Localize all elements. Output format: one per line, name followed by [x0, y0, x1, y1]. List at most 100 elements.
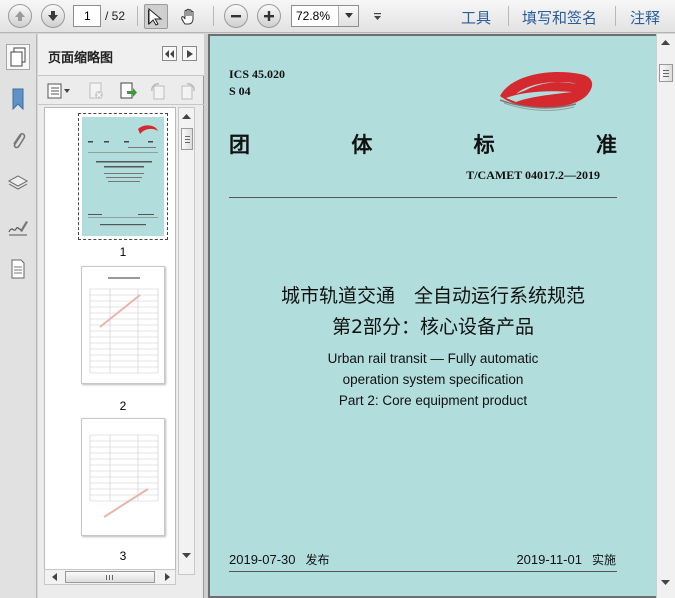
toolbar-divider: [508, 6, 509, 26]
navigation-rail: [0, 34, 37, 598]
page-thumbnails-button[interactable]: [6, 44, 30, 70]
document-vertical-scrollbar[interactable]: [656, 34, 675, 598]
thumbnail-vertical-scrollbar[interactable]: [178, 107, 195, 575]
bookmark-icon: [12, 88, 24, 110]
thumbnail-list: 1 2 3: [44, 107, 176, 575]
scrollbar-thumb[interactable]: [659, 64, 673, 82]
next-page-button[interactable]: [41, 4, 65, 28]
title-chinese-line-1: 城市轨道交通 全自动运行系统规范: [280, 285, 585, 307]
thumbnail-page-preview: [89, 277, 159, 374]
thumbnail-toolbar: [38, 77, 204, 105]
chevron-down-icon: [344, 13, 353, 18]
publish-label: 发布: [305, 553, 330, 567]
thumbnail-page-preview: [89, 434, 159, 518]
collapse-panel-button[interactable]: [162, 46, 177, 61]
zoom-level-select[interactable]: 72.8%: [291, 5, 359, 27]
scroll-left-arrow-icon[interactable]: [49, 570, 61, 584]
options-menu-icon: [47, 83, 70, 99]
delete-pages-button[interactable]: [86, 81, 106, 101]
zoom-in-button[interactable]: [257, 4, 281, 28]
page-thumbnail-icon: [10, 47, 26, 67]
content-button[interactable]: [6, 256, 30, 282]
signatures-button[interactable]: [6, 214, 30, 240]
association-logo: [499, 72, 593, 111]
rotate-page-icon: [181, 83, 195, 100]
ics-code-block: ICS 45.020 S 04: [229, 66, 285, 100]
page-total-label: / 52: [105, 9, 126, 23]
zoom-in-icon: [264, 11, 274, 21]
insert-page-icon: [120, 82, 137, 99]
thumbnail-page-3[interactable]: [81, 418, 165, 536]
page-icon: [11, 259, 25, 279]
ics-code: ICS 45.020: [229, 67, 286, 81]
toolbar-divider: [213, 6, 214, 26]
standard-number: T/CAMET 04017.2—2019: [466, 168, 600, 182]
thumbnail-label: 1: [119, 245, 127, 259]
more-tools-button[interactable]: [370, 4, 384, 29]
thumbnail-label: 3: [119, 549, 127, 563]
effective-date: 2019-11-01: [516, 552, 582, 567]
publish-date-block: 2019-07-30 发布: [229, 551, 330, 568]
zoom-dropdown-button[interactable]: [338, 6, 358, 26]
thumbnail-panel: 页面缩略图 1 2 3: [38, 34, 204, 598]
arrow-up-icon: [15, 11, 25, 21]
toolbar: 1 / 52 72.8% 工具 填写和签名 注释: [0, 0, 675, 33]
rotate-right-button[interactable]: [178, 81, 198, 101]
rotate-page-icon: [151, 83, 165, 100]
thumbnail-page-image: [82, 117, 164, 236]
footer-divider: [229, 571, 617, 572]
title-english-line-2: operation system specification: [342, 372, 524, 387]
toolbar-divider: [615, 6, 616, 26]
paperclip-icon: [13, 132, 26, 149]
scrollbar-thumb[interactable]: [181, 128, 193, 150]
publish-date: 2019-07-30: [229, 552, 296, 567]
insert-pages-button[interactable]: [118, 81, 138, 101]
bookmarks-button[interactable]: [6, 86, 30, 112]
delete-page-icon: [89, 82, 103, 99]
toolbar-divider: [137, 6, 138, 26]
comment-menu[interactable]: 注释: [630, 7, 660, 28]
thumbnail-label: 2: [119, 399, 127, 413]
select-tool-button[interactable]: [144, 4, 168, 29]
thumbnail-panel-header: 页面缩略图: [38, 34, 204, 76]
hand-tool-button[interactable]: [176, 4, 202, 29]
title-char: 体: [351, 132, 373, 157]
thumbnail-page-1[interactable]: [78, 113, 168, 240]
header-divider: [229, 197, 617, 198]
thumbnail-horizontal-scrollbar[interactable]: [44, 569, 176, 585]
scroll-down-arrow-icon[interactable]: [657, 576, 674, 588]
standard-type-title: 团 体 标 准: [229, 129, 617, 159]
expand-panel-button[interactable]: [182, 46, 197, 61]
zoom-out-button[interactable]: [224, 4, 248, 28]
thumbnail-panel-title: 页面缩略图: [48, 51, 114, 66]
page-number-input[interactable]: 1: [73, 5, 101, 27]
effective-date-block: 2019-11-01 实施: [516, 551, 616, 568]
scroll-down-arrow-icon[interactable]: [179, 549, 194, 561]
thumbnail-options-button[interactable]: [46, 81, 72, 101]
layers-icon: [7, 175, 29, 190]
attachments-button[interactable]: [6, 128, 30, 154]
arrow-down-icon: [48, 11, 58, 21]
title-char: 准: [595, 132, 617, 157]
overflow-menu-icon: [373, 12, 381, 20]
scroll-up-arrow-icon[interactable]: [179, 111, 194, 123]
previous-page-button[interactable]: [8, 4, 32, 28]
title-char: 团: [229, 132, 250, 157]
tools-menu[interactable]: 工具: [461, 7, 491, 28]
title-chinese-line-2: 第2部分：核心设备产品: [331, 316, 535, 338]
scroll-right-arrow-icon[interactable]: [161, 570, 173, 584]
effective-label: 实施: [591, 553, 616, 567]
scroll-up-arrow-icon[interactable]: [657, 37, 674, 49]
fill-and-sign-menu[interactable]: 填写和签名: [522, 7, 597, 28]
document-page: ICS 45.020 S 04 团 体 标 准 T/CAMET 04017.2—…: [210, 36, 656, 596]
thumbnail-page-2[interactable]: [81, 266, 165, 384]
rotate-left-button[interactable]: [148, 81, 168, 101]
title-english-line-3: Part 2: Core equipment product: [338, 393, 528, 408]
zoom-out-icon: [231, 15, 241, 18]
title-char: 标: [473, 132, 495, 157]
layers-button[interactable]: [6, 170, 30, 196]
scrollbar-thumb[interactable]: [65, 571, 155, 583]
pdf-viewer-window: 1 / 52 72.8% 工具 填写和签名 注释 页面缩略图 1 2 3 ICS…: [0, 0, 675, 598]
classification-code: S 04: [229, 84, 251, 98]
title-english-line-1: Urban rail transit — Fully automatic: [327, 351, 539, 366]
